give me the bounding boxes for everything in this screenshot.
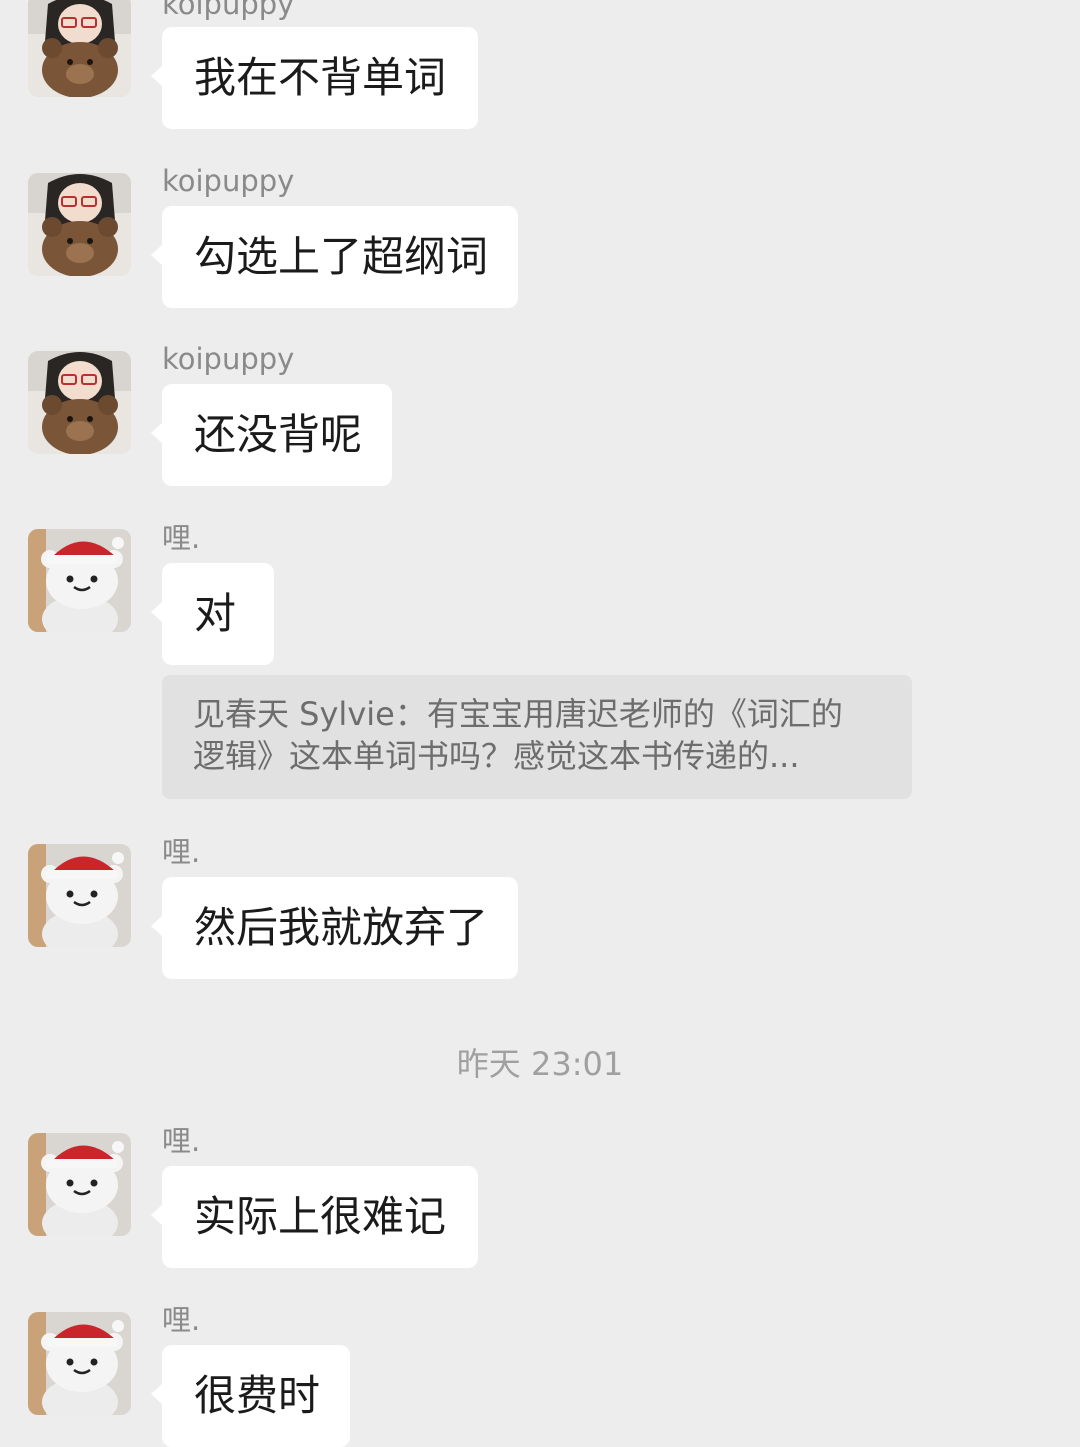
- quote-line: 逻辑》这本单词书吗？感觉这本书传递的...: [193, 737, 800, 775]
- message-bubble[interactable]: 对: [151, 563, 274, 665]
- santa-hat-bear-avatar-icon: [28, 844, 131, 947]
- girl-with-teddy-bear-avatar-icon: [28, 173, 131, 276]
- koipuppy-avatar[interactable]: [28, 0, 131, 97]
- message-bubble[interactable]: 我在不背单词: [151, 27, 478, 129]
- li-avatar[interactable]: [28, 1133, 131, 1236]
- timestamp: 昨天 23:01: [456, 1045, 624, 1083]
- girl-with-teddy-bear-avatar-icon: [28, 351, 131, 454]
- girl-with-teddy-bear-avatar-icon: [28, 0, 131, 97]
- li-avatar[interactable]: [28, 529, 131, 632]
- message-bubble[interactable]: 还没背呢: [151, 384, 392, 486]
- sender-name: koipuppy: [162, 0, 295, 21]
- quote-line: 见春天 Sylvie：有宝宝用唐迟老师的《词汇的: [193, 695, 843, 733]
- message-bubble[interactable]: 然后我就放弃了: [151, 877, 518, 979]
- sender-name: koipuppy: [162, 164, 295, 198]
- sender-name: 哩.: [162, 835, 201, 869]
- message-bubble[interactable]: 实际上很难记: [151, 1166, 478, 1268]
- message-bubble[interactable]: 勾选上了超纲词: [151, 206, 518, 308]
- sender-name: 哩.: [162, 521, 201, 555]
- quoted-message[interactable]: 见春天 Sylvie：有宝宝用唐迟老师的《词汇的 逻辑》这本单词书吗？感觉这本书…: [162, 675, 912, 799]
- sender-name: koipuppy: [162, 342, 295, 376]
- message-bubble[interactable]: 很费时: [151, 1345, 350, 1447]
- li-avatar[interactable]: [28, 844, 131, 947]
- li-avatar[interactable]: [28, 1312, 131, 1415]
- koipuppy-avatar[interactable]: [28, 351, 131, 454]
- santa-hat-bear-avatar-icon: [28, 529, 131, 632]
- koipuppy-avatar[interactable]: [28, 173, 131, 276]
- sender-name: 哩.: [162, 1303, 201, 1337]
- santa-hat-bear-avatar-icon: [28, 1133, 131, 1236]
- sender-name: 哩.: [162, 1124, 201, 1158]
- santa-hat-bear-avatar-icon: [28, 1312, 131, 1415]
